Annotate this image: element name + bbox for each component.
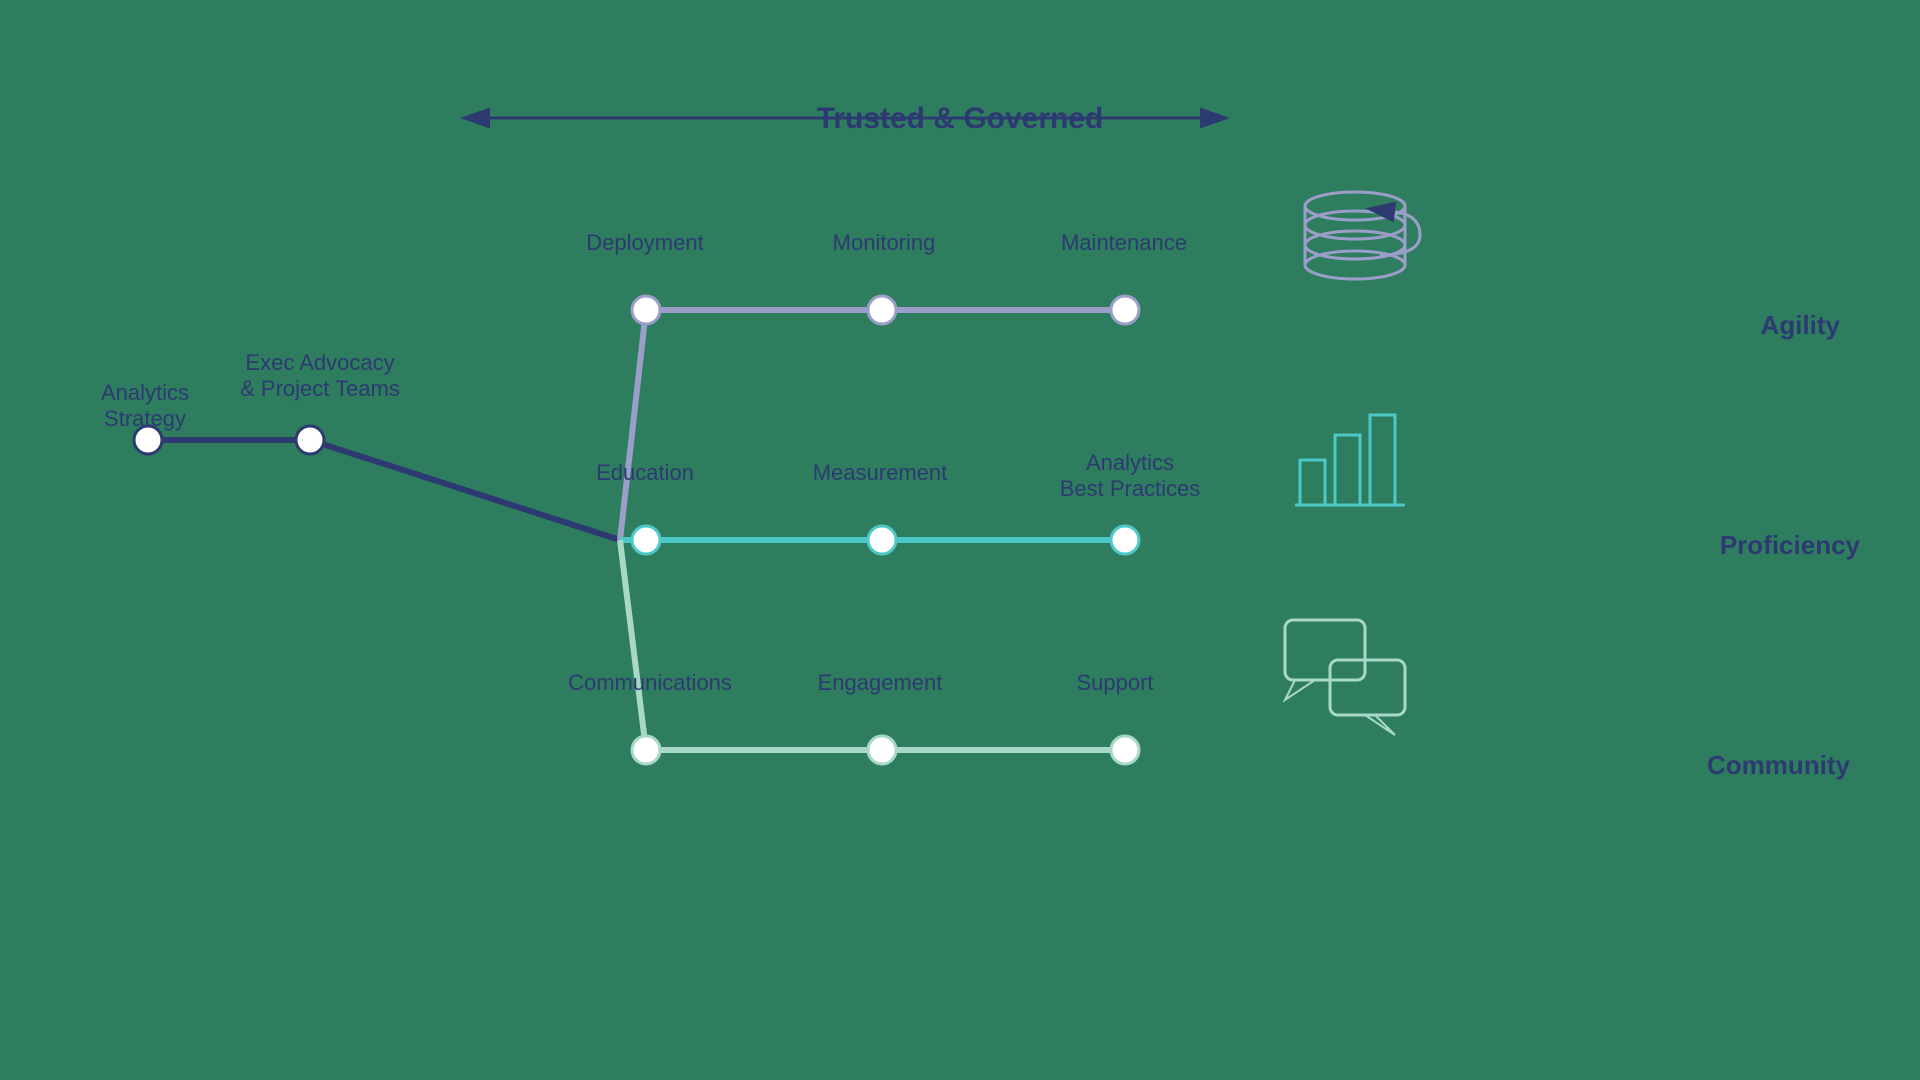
deployment-label: Deployment xyxy=(565,230,725,256)
main-canvas: Trusted & Governed AnalyticsStrategy Exe… xyxy=(0,0,1920,1080)
analytics-strategy-label: AnalyticsStrategy xyxy=(60,380,230,432)
support-label: Support xyxy=(1050,670,1180,696)
engagement-label: Engagement xyxy=(800,670,960,696)
education-label: Education xyxy=(565,460,725,486)
monitoring-label: Monitoring xyxy=(804,230,964,256)
agility-label: Agility xyxy=(1761,310,1840,341)
proficiency-label: Proficiency xyxy=(1720,530,1860,561)
communications-label: Communications xyxy=(560,670,740,696)
exec-advocacy-label: Exec Advocacy& Project Teams xyxy=(220,350,420,402)
maintenance-label: Maintenance xyxy=(1044,230,1204,256)
trusted-governed-label: Trusted & Governed xyxy=(817,102,1104,136)
analytics-bp-label: AnalyticsBest Practices xyxy=(1030,450,1230,502)
community-label: Community xyxy=(1707,750,1850,781)
measurement-label: Measurement xyxy=(800,460,960,486)
